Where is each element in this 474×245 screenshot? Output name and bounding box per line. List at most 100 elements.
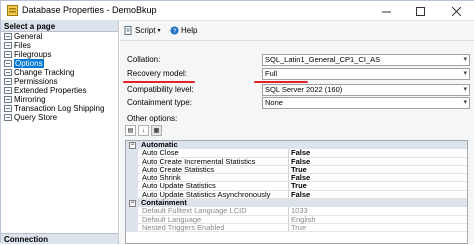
alphabetical-icon: ↓ — [142, 127, 145, 134]
window-title: Database Properties - DemoBkup — [22, 5, 157, 15]
collation-select[interactable]: SQL_Latin1_General_CP1_CI_AS ▾ — [262, 54, 470, 66]
compatibility-level-row: Compatibility level: SQL Server 2022 (16… — [127, 84, 470, 96]
page-item-extended-properties[interactable]: Extended Properties — [1, 86, 118, 95]
script-label: Script — [135, 26, 156, 35]
other-options-label: Other options: — [127, 114, 178, 123]
property-name: Auto Close — [141, 148, 289, 157]
database-properties-window: Database Properties - DemoBkup Select a … — [0, 0, 474, 244]
database-app-icon — [7, 5, 18, 16]
page-list: General Files Filegroups Options Change … — [1, 32, 118, 122]
collapse-icon[interactable]: − — [129, 142, 136, 149]
row-gutter — [126, 165, 138, 174]
page-label: Permissions — [14, 77, 58, 86]
chevron-down-icon: ▾ — [463, 56, 467, 63]
title-bar: Database Properties - DemoBkup — [1, 1, 474, 21]
collation-row: Collation: SQL_Latin1_General_CP1_CI_AS … — [127, 54, 470, 66]
page-item-query-store[interactable]: Query Store — [1, 113, 118, 122]
grid-row[interactable]: Nested Triggers Enabled True — [126, 223, 467, 233]
page-item-mirroring[interactable]: Mirroring — [1, 95, 118, 104]
property-name: Auto Shrink — [141, 173, 289, 182]
property-value[interactable]: True — [291, 223, 306, 232]
wrench-icon — [4, 42, 12, 49]
categorized-sort-button[interactable]: ▤ — [125, 125, 136, 136]
page-label: Extended Properties — [14, 86, 87, 95]
page-label: Change Tracking — [14, 68, 75, 77]
chevron-down-icon: ▾ — [463, 99, 467, 106]
page-selector-panel: Select a page General Files Filegroups O… — [1, 21, 119, 244]
property-name: Default Fulltext Language LCID — [141, 207, 289, 215]
page-item-options[interactable]: Options — [1, 59, 118, 68]
options-panel: Script ▾ ? Help Collation: SQL_Latin1_Ge… — [120, 21, 474, 244]
recovery-model-label: Recovery model: — [127, 69, 188, 78]
page-label: General — [14, 32, 43, 41]
script-button[interactable]: Script ▾ — [124, 26, 160, 35]
compatibility-level-label: Compatibility level: — [127, 85, 194, 94]
select-page-header: Select a page — [1, 21, 118, 32]
recovery-model-row: Recovery model: Full ▾ — [127, 68, 470, 80]
property-name: Auto Create Incremental Statistics — [141, 157, 289, 165]
row-gutter — [126, 207, 138, 215]
wrench-icon — [4, 33, 12, 40]
annotation-underline-value — [254, 81, 308, 83]
property-name: Auto Create Statistics — [141, 165, 289, 174]
help-label: Help — [181, 26, 198, 35]
compatibility-level-select[interactable]: SQL Server 2022 (160) ▾ — [262, 84, 470, 96]
annotation-underline-label — [123, 81, 195, 83]
row-gutter — [126, 149, 138, 157]
options-property-grid: − Automatic Auto Close False Auto Create… — [125, 140, 468, 244]
minimize-icon — [381, 11, 391, 12]
row-gutter — [126, 182, 138, 190]
toolbar: Script ▾ ? Help — [120, 21, 474, 41]
chevron-down-icon: ▾ — [463, 70, 467, 77]
row-gutter — [126, 190, 138, 199]
help-button[interactable]: ? Help — [170, 26, 197, 35]
page-item-filegroups[interactable]: Filegroups — [1, 50, 118, 59]
page-item-change-tracking[interactable]: Change Tracking — [1, 68, 118, 77]
page-item-files[interactable]: Files — [1, 41, 118, 50]
chevron-down-icon: ▾ — [463, 86, 467, 93]
property-value[interactable]: False — [291, 190, 310, 199]
wrench-icon — [4, 114, 12, 121]
page-label: Options — [14, 59, 44, 68]
collation-value: SQL_Latin1_General_CP1_CI_AS — [265, 55, 381, 64]
page-item-permissions[interactable]: Permissions — [1, 77, 118, 86]
property-name: Auto Update Statistics — [141, 182, 289, 190]
page-label: Query Store — [14, 113, 58, 122]
wrench-icon — [4, 78, 12, 85]
alphabetical-sort-button[interactable]: ↓ — [138, 125, 149, 136]
connection-header: Connection — [1, 233, 118, 244]
property-name: Nested Triggers Enabled — [141, 223, 289, 232]
containment-type-row: Containment type: None ▾ — [127, 97, 470, 109]
page-item-general[interactable]: General — [1, 32, 118, 41]
property-name: Default Language — [141, 215, 289, 223]
wrench-icon — [4, 51, 12, 58]
maximize-icon — [415, 6, 425, 16]
wrench-icon — [4, 60, 12, 67]
wrench-icon — [4, 87, 12, 94]
collapse-icon[interactable]: − — [129, 200, 136, 208]
wrench-icon — [4, 96, 12, 103]
categorized-icon: ▤ — [127, 128, 134, 134]
compatibility-level-value: SQL Server 2022 (160) — [265, 85, 343, 94]
help-icon: ? — [170, 26, 179, 35]
containment-type-value: None — [265, 98, 283, 107]
row-gutter — [126, 223, 138, 232]
containment-type-select[interactable]: None ▾ — [262, 97, 470, 109]
recovery-model-value: Full — [265, 69, 278, 78]
close-button[interactable] — [441, 1, 471, 21]
minimize-button[interactable] — [371, 1, 401, 21]
property-pages-icon: ▦ — [153, 128, 160, 134]
property-pages-button[interactable]: ▦ — [151, 125, 162, 136]
page-label: Filegroups — [14, 50, 52, 59]
wrench-icon — [4, 69, 12, 76]
page-label: Transaction Log Shipping — [14, 104, 105, 113]
maximize-button[interactable] — [405, 1, 435, 21]
close-icon — [451, 6, 461, 16]
property-name: Auto Update Statistics Asynchronously — [141, 190, 289, 199]
page-item-transaction-log-shipping[interactable]: Transaction Log Shipping — [1, 104, 118, 113]
svg-text:?: ? — [173, 28, 177, 35]
wrench-icon — [4, 105, 12, 112]
recovery-model-select[interactable]: Full ▾ — [262, 68, 470, 80]
collation-label: Collation: — [127, 55, 161, 64]
row-gutter — [126, 174, 138, 182]
